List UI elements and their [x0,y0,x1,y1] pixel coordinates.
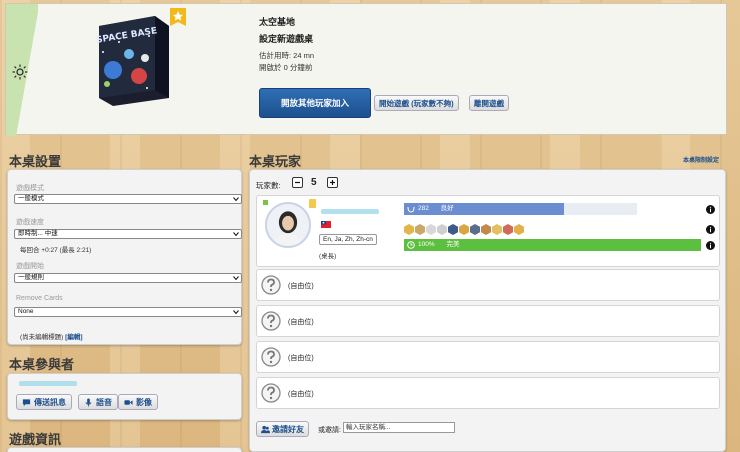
untitled-note: (尚未編輯標題) [編輯] [20,334,83,341]
page-subtitle: 設定新遊戲桌 [259,34,314,44]
info-icon[interactable] [706,241,715,250]
badge-icon[interactable] [415,224,425,235]
free-seat-label: (自由位) [288,319,314,326]
player-card-host: En, Ja, Zh, Zh-cn (桌長) 282 良好 100% 完美 [256,195,720,267]
reliability-row: 100% 完美 [404,239,701,251]
opened-since: 開啟於 0 分鐘前 [259,63,313,72]
invite-player-input[interactable]: 輸入玩家名稱... [343,422,455,433]
participants-panel: 傳送訊息 語音 影像 [7,373,242,420]
taiwan-flag-icon [321,221,331,228]
question-mark-icon [261,347,281,367]
decrease-players-button[interactable] [292,177,303,188]
avatar[interactable] [265,202,311,248]
game-title: 太空基地 [259,17,296,27]
badge-icon[interactable] [404,224,414,235]
free-seat-label: (自由位) [288,355,314,362]
achievement-badges [404,224,524,236]
free-seat-label: (自由位) [288,391,314,398]
elo-row: 282 良好 [404,203,701,215]
chevron-down-icon [233,276,239,281]
badge-icon[interactable] [470,224,480,235]
host-role-label: (桌長) [319,253,337,260]
game-mode-label: 遊戲模式 [16,185,44,192]
laurel-icon [407,206,415,213]
video-camera-icon [124,399,133,405]
increase-players-button[interactable] [327,177,338,188]
estimated-time: 估計用時: 24 mn [259,51,315,60]
participant-name[interactable] [19,381,77,386]
badge-icon[interactable] [426,224,436,235]
badge-icon[interactable] [514,224,524,235]
question-mark-icon [261,311,281,331]
question-mark-icon [261,275,281,295]
elo-bar: 282 良好 [404,203,564,215]
badge-icon[interactable] [481,224,491,235]
invite-or-label: 或邀請: [318,427,341,434]
participants-heading: 本桌參與者 [9,357,75,372]
reliability-bar: 100% 完美 [404,239,701,251]
edit-title-link[interactable]: [編輯] [65,334,82,341]
player-count-value: 5 [311,177,317,188]
plus-icon [330,180,335,185]
free-seat-row[interactable]: (自由位) [256,377,720,409]
start-game-button[interactable]: 開始遊戲 (玩家數不夠) [374,95,459,111]
badge-icon[interactable] [503,224,513,235]
table-limits-link[interactable]: 本桌限制設定 [683,155,719,164]
users-icon [261,425,270,433]
remove-cards-label: Remove Cards [16,295,63,302]
speed-select[interactable]: 即時制... 中速 [14,229,242,239]
free-seat-row[interactable]: (自由位) [256,269,720,301]
game-banner: SPACE BASE 太空基地 設定新遊戲桌 估計用時: 24 mn 開啟於 0… [5,3,727,136]
chevron-down-icon [233,197,239,202]
chevron-down-icon [233,310,239,315]
microphone-icon [85,397,92,407]
leave-game-button[interactable]: 離開遊戲 [469,95,509,111]
badge-icon[interactable] [459,224,469,235]
speed-label: 遊戲速度 [16,219,44,226]
info-icon[interactable] [706,225,715,234]
badge-icon[interactable] [492,224,502,235]
players-heading: 本桌玩家 [249,154,302,169]
speed-note: 每回合 +0:27 (最長 2:21) [20,247,92,254]
table-settings-panel: 遊戲模式 一般模式 遊戲速度 即時制... 中速 每回合 +0:27 (最長 2… [7,169,242,345]
clock-icon [407,241,415,249]
premium-badge-icon [309,199,316,208]
avatar-portrait-icon [267,204,309,246]
game-info-panel [7,447,242,452]
badge-icon[interactable] [437,224,447,235]
send-message-button[interactable]: 傳送訊息 [16,394,72,410]
game-mode-select[interactable]: 一般模式 [14,194,242,204]
free-seat-row[interactable]: (自由位) [256,305,720,337]
chat-bubble-icon [22,398,31,406]
game-box-image: SPACE BASE [96,16,169,106]
table-settings-heading: 本桌設置 [9,154,62,169]
info-icon[interactable] [706,205,715,214]
question-mark-icon [261,383,281,403]
remove-cards-select[interactable]: None [14,307,242,317]
invite-friends-button[interactable]: 邀請好友 [256,421,309,437]
free-seat-row[interactable]: (自由位) [256,341,720,373]
open-to-players-button[interactable]: 開放其他玩家加入 [259,88,371,118]
start-label: 遊戲開始 [16,263,44,270]
player-count-label: 玩家數: [256,181,281,190]
favorite-star-icon[interactable] [170,8,186,26]
host-name[interactable] [321,209,379,214]
minus-icon [295,181,300,184]
free-seat-label: (自由位) [288,283,314,290]
game-info-heading: 遊戲資訊 [9,432,62,447]
video-button[interactable]: 影像 [118,394,158,410]
languages-tooltip: En, Ja, Zh, Zh-cn [319,234,377,245]
online-indicator [263,200,268,205]
chevron-down-icon [233,232,239,237]
voice-button[interactable]: 語音 [78,394,118,410]
start-select[interactable]: 一般規則 [14,273,242,283]
sun-icon [12,64,28,80]
badge-icon[interactable] [448,224,458,235]
